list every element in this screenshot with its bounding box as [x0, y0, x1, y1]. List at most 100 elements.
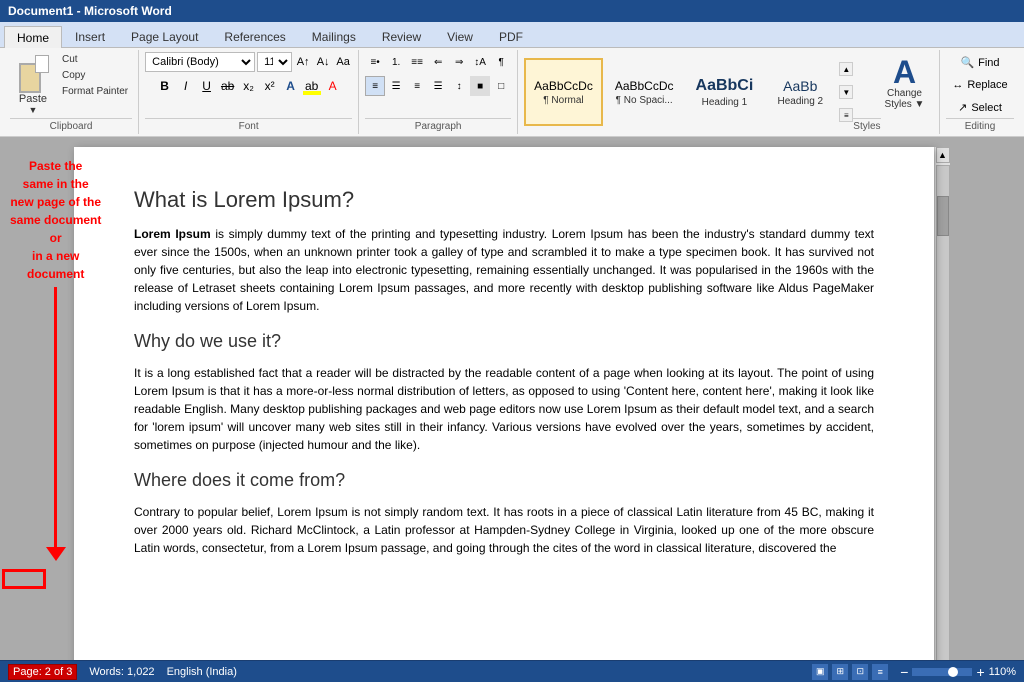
- word-count: Words: 1,022: [89, 666, 154, 678]
- ribbon-content: Paste ▼ Cut Copy Format Painter Clipboar…: [0, 48, 1024, 136]
- font-color-button[interactable]: A: [323, 76, 343, 96]
- increase-font-btn[interactable]: A↑: [294, 53, 312, 71]
- style-h2-label: Heading 2: [778, 96, 824, 107]
- subscript-button[interactable]: x₂: [239, 76, 259, 96]
- line-spacing-button[interactable]: ↕: [449, 76, 469, 96]
- bold-button[interactable]: B: [155, 76, 175, 96]
- superscript-button[interactable]: x²: [260, 76, 280, 96]
- show-hide-button[interactable]: ¶: [491, 52, 511, 72]
- align-left-button[interactable]: ≡: [365, 76, 385, 96]
- document-heading1: What is Lorem Ipsum?: [134, 187, 874, 213]
- styles-group: AaBbCcDc ¶ Normal AaBbCcDc ¶ No Spaci...…: [518, 50, 870, 134]
- tab-pdf[interactable]: PDF: [486, 25, 536, 47]
- numbering-button[interactable]: 1.: [386, 52, 406, 72]
- zoom-slider[interactable]: [912, 668, 972, 676]
- view-print-icon[interactable]: ▣: [812, 664, 828, 680]
- style-h1-preview: AaBbCi: [696, 77, 754, 95]
- border-button[interactable]: □: [491, 76, 511, 96]
- para-align-row: ≡ ☰ ≡ ☰ ↕ ■ □: [365, 76, 511, 96]
- lorem-ipsum-bold: Lorem Ipsum: [134, 227, 211, 241]
- paste-dropdown[interactable]: ▼: [29, 105, 38, 115]
- change-case-btn[interactable]: Aa: [334, 53, 352, 71]
- tab-references[interactable]: References: [211, 25, 298, 47]
- bullets-button[interactable]: ≡•: [365, 52, 385, 72]
- scroll-thumb[interactable]: [937, 196, 949, 236]
- highlight-button[interactable]: ab: [302, 76, 322, 96]
- styles-more[interactable]: ≡: [839, 108, 853, 122]
- doc-area: Paste the same in the new page of the sa…: [0, 137, 1024, 660]
- paste-label: Paste: [19, 93, 47, 105]
- style-normal-preview: AaBbCcDc: [534, 79, 593, 93]
- style-nospace[interactable]: AaBbCcDc ¶ No Spaci...: [605, 58, 684, 126]
- clipboard-group: Paste ▼ Cut Copy Format Painter Clipboar…: [4, 50, 139, 134]
- decrease-indent-button[interactable]: ⇐: [428, 52, 448, 72]
- view-full-icon[interactable]: ⊞: [832, 664, 848, 680]
- view-web-icon[interactable]: ⊡: [852, 664, 868, 680]
- clipboard-small-buttons: Cut Copy Format Painter: [58, 52, 132, 99]
- find-icon: 🔍: [960, 56, 974, 69]
- change-styles-group-label: [876, 130, 933, 132]
- tab-insert[interactable]: Insert: [62, 25, 118, 47]
- paragraph-group: ≡• 1. ≡≡ ⇐ ⇒ ↕A ¶ ≡ ☰ ≡ ☰ ↕ ■ □: [359, 50, 518, 134]
- paste-button[interactable]: Paste ▼: [10, 52, 56, 118]
- replace-label: Replace: [967, 79, 1007, 91]
- align-right-button[interactable]: ≡: [407, 76, 427, 96]
- underline-button[interactable]: U: [197, 76, 217, 96]
- tab-home[interactable]: Home: [4, 26, 62, 48]
- change-styles-group: A ChangeStyles ▼: [870, 50, 940, 134]
- cut-button[interactable]: Cut: [58, 52, 132, 67]
- page-count: Page: 2 of 3: [8, 664, 77, 680]
- text-effect-button[interactable]: A: [281, 76, 301, 96]
- document[interactable]: What is Lorem Ipsum? Lorem Ipsum is simp…: [74, 147, 934, 660]
- justify-button[interactable]: ☰: [428, 76, 448, 96]
- style-heading2[interactable]: AaBb Heading 2: [765, 58, 835, 126]
- change-styles-label: ChangeStyles ▼: [885, 88, 925, 110]
- increase-indent-button[interactable]: ⇒: [449, 52, 469, 72]
- styles-content: AaBbCcDc ¶ Normal AaBbCcDc ¶ No Spaci...…: [524, 58, 853, 126]
- find-label: Find: [978, 57, 999, 69]
- replace-button[interactable]: ↔ Replace: [947, 76, 1012, 94]
- zoom-out-button[interactable]: −: [900, 664, 908, 680]
- style-nospace-preview: AaBbCcDc: [615, 79, 674, 93]
- style-h1-label: Heading 1: [702, 97, 748, 108]
- font-format-row: B I U ab x₂ x² A ab A: [155, 76, 343, 96]
- font-family-select[interactable]: Calibri (Body): [145, 52, 255, 72]
- select-label: Select: [971, 102, 1002, 114]
- document-heading2: Why do we use it?: [134, 331, 874, 352]
- scroll-track: [936, 165, 950, 660]
- ribbon: Home Insert Page Layout References Maili…: [0, 22, 1024, 137]
- change-styles-button[interactable]: A ChangeStyles ▼: [881, 52, 929, 114]
- vertical-scrollbar[interactable]: ▲ ▼: [934, 147, 950, 660]
- font-size-select[interactable]: 11: [257, 52, 292, 72]
- copy-button[interactable]: Copy: [58, 68, 132, 83]
- style-normal[interactable]: AaBbCcDc ¶ Normal: [524, 58, 603, 126]
- view-outline-icon[interactable]: ≡: [872, 664, 888, 680]
- shading-button[interactable]: ■: [470, 76, 490, 96]
- tab-mailings[interactable]: Mailings: [299, 25, 369, 47]
- tab-view[interactable]: View: [434, 25, 486, 47]
- doc-icon: [35, 55, 49, 73]
- style-heading1[interactable]: AaBbCi Heading 1: [686, 58, 764, 126]
- tab-pagelayout[interactable]: Page Layout: [118, 25, 211, 47]
- zoom-in-button[interactable]: +: [976, 664, 984, 680]
- strikethrough-button[interactable]: ab: [218, 76, 238, 96]
- style-h2-preview: AaBb: [783, 78, 817, 94]
- status-icons: ▣ ⊞ ⊡ ≡: [812, 664, 888, 680]
- find-button[interactable]: 🔍 Find: [955, 53, 1004, 72]
- italic-button[interactable]: I: [176, 76, 196, 96]
- tab-review[interactable]: Review: [369, 25, 434, 47]
- styles-scroll-down[interactable]: ▼: [839, 85, 853, 99]
- format-painter-button[interactable]: Format Painter: [58, 84, 132, 99]
- title-bar-text: Document1 - Microsoft Word: [8, 4, 172, 18]
- sort-button[interactable]: ↕A: [470, 52, 490, 72]
- zoom-control: − + 110%: [900, 664, 1016, 680]
- title-bar: Document1 - Microsoft Word: [0, 0, 1024, 22]
- align-center-button[interactable]: ☰: [386, 76, 406, 96]
- scroll-up-button[interactable]: ▲: [936, 147, 950, 163]
- styles-scroll-up[interactable]: ▲: [839, 62, 853, 76]
- page-indicator-box: [2, 569, 46, 589]
- para1-rest: is simply dummy text of the printing and…: [134, 227, 874, 313]
- multilevel-button[interactable]: ≡≡: [407, 52, 427, 72]
- select-button[interactable]: ↗ Select: [953, 98, 1007, 117]
- decrease-font-btn[interactable]: A↓: [314, 53, 332, 71]
